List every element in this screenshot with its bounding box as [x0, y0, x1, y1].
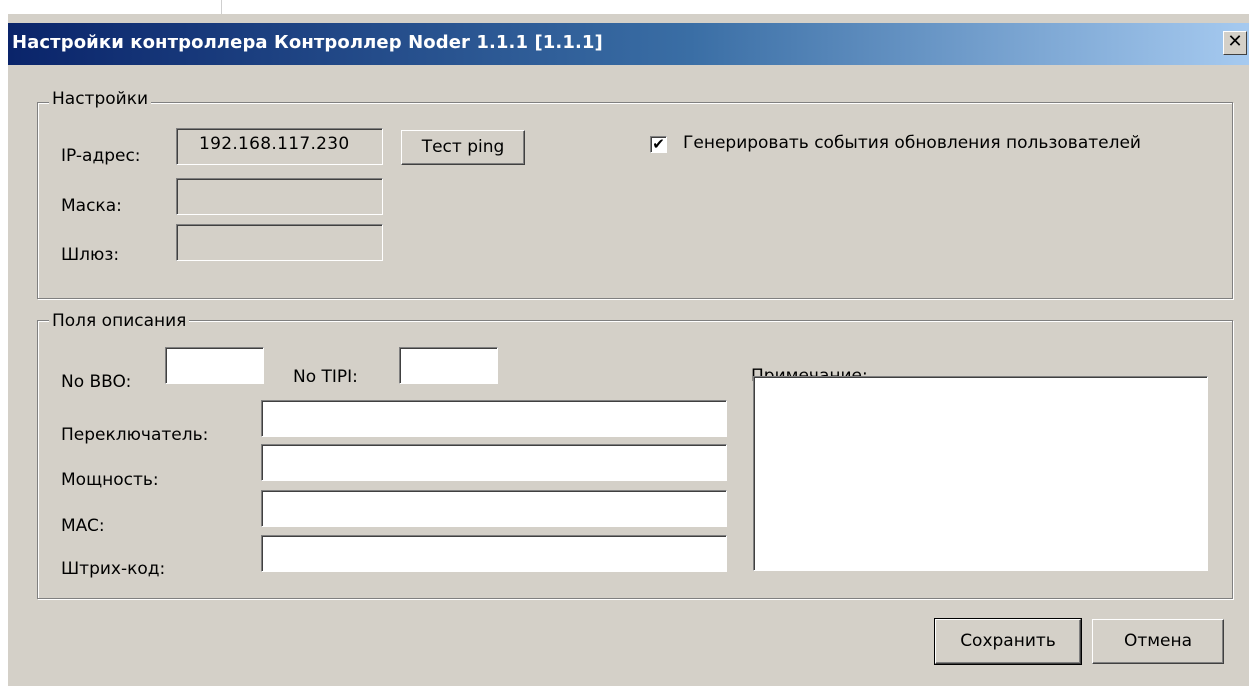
- generate-events-checkbox[interactable]: ✔: [650, 136, 667, 153]
- mac-field[interactable]: [261, 490, 727, 527]
- mask-field[interactable]: [176, 178, 383, 215]
- cancel-button[interactable]: Отмена: [1092, 619, 1224, 664]
- test-ping-label: Тест ping: [421, 137, 505, 157]
- bbo-field[interactable]: [165, 347, 264, 384]
- ip-address-field[interactable]: 192.168.117.230: [176, 128, 383, 165]
- close-icon: ✕: [1227, 31, 1243, 52]
- settings-group-legend: Настройки: [49, 89, 152, 109]
- gateway-label: Шлюз:: [61, 245, 120, 265]
- checkmark-icon: ✔: [652, 135, 665, 153]
- title-bar[interactable]: Настройки контроллера Контроллер Noder 1…: [8, 23, 1249, 65]
- close-button[interactable]: ✕: [1223, 31, 1247, 55]
- note-textarea[interactable]: [753, 376, 1208, 571]
- generate-events-label[interactable]: Генерировать события обновления пользова…: [683, 133, 1141, 153]
- background-window-strip: [0, 0, 1249, 14]
- tipi-label: No TIPI:: [293, 367, 358, 387]
- barcode-label: Штрих-код:: [61, 559, 166, 579]
- barcode-field[interactable]: [261, 535, 727, 572]
- gateway-field[interactable]: [176, 224, 383, 261]
- power-field[interactable]: [261, 444, 727, 481]
- bbo-label: No BBO:: [61, 372, 132, 392]
- save-button[interactable]: Сохранить: [934, 618, 1082, 665]
- mac-label: MAC:: [61, 516, 105, 536]
- ip-label: IP-адрес:: [61, 146, 141, 166]
- power-label: Мощность:: [61, 470, 159, 490]
- description-group-legend: Поля описания: [49, 311, 190, 331]
- save-button-label: Сохранить: [960, 631, 1056, 651]
- controller-settings-dialog: Настройки контроллера Контроллер Noder 1…: [8, 14, 1249, 686]
- switch-field[interactable]: [261, 400, 727, 437]
- background-separator: [221, 0, 222, 14]
- ip-address-value: 192.168.117.230: [199, 134, 350, 154]
- window-title: Настройки контроллера Контроллер Noder 1…: [12, 32, 603, 53]
- mask-label: Маска:: [61, 196, 122, 216]
- test-ping-button[interactable]: Тест ping: [401, 130, 525, 165]
- switch-label: Переключатель:: [61, 425, 209, 445]
- cancel-button-label: Отмена: [1123, 631, 1193, 651]
- tipi-field[interactable]: [399, 347, 498, 384]
